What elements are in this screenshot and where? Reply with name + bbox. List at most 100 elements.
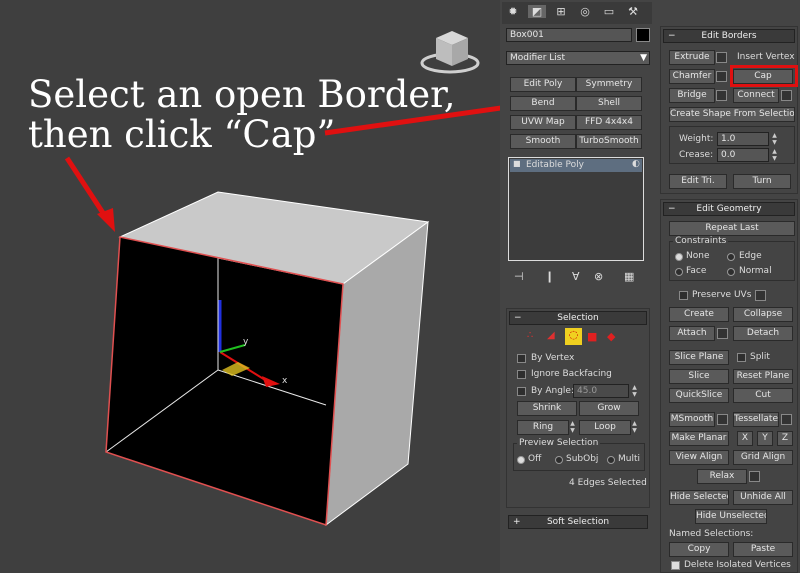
extrude-button[interactable]: Extrude xyxy=(669,50,715,65)
crease-spinner[interactable]: ▲ ▼ xyxy=(771,148,778,162)
make-planar-button[interactable]: Make Planar xyxy=(669,431,729,446)
edit-poly-button[interactable]: Edit Poly xyxy=(510,77,576,92)
soft-selection-rollout-header[interactable]: + Soft Selection xyxy=(508,515,648,529)
extrude-settings-button[interactable] xyxy=(716,52,727,63)
ignore-backfacing-checkbox[interactable] xyxy=(517,370,526,379)
loop-spinner[interactable]: ▲ ▼ xyxy=(631,420,638,434)
grid-align-button[interactable]: Grid Align xyxy=(733,450,793,465)
pin-stack-icon[interactable]: ⊣ xyxy=(514,270,524,283)
repeat-last-button[interactable]: Repeat Last xyxy=(669,221,795,236)
motion-icon[interactable]: ◎ xyxy=(576,5,594,18)
preview-multi-radio[interactable] xyxy=(607,456,615,464)
ffd-button[interactable]: FFD 4x4x4 xyxy=(576,115,642,130)
view-align-button[interactable]: View Align xyxy=(669,450,729,465)
delete-isolated-checkbox[interactable] xyxy=(671,561,680,570)
cut-button[interactable]: Cut xyxy=(733,388,793,403)
turn-button[interactable]: Turn xyxy=(733,174,791,189)
polygon-mode-icon[interactable]: ■ xyxy=(587,330,597,343)
constraint-normal-radio[interactable] xyxy=(727,268,735,276)
border-mode-icon[interactable]: ◌ xyxy=(565,328,582,345)
box-object[interactable] xyxy=(105,191,430,527)
planar-y-button[interactable]: Y xyxy=(757,431,773,446)
hierarchy-icon[interactable]: ⊞ xyxy=(552,5,570,18)
connect-settings-button[interactable] xyxy=(781,90,792,101)
reset-plane-button[interactable]: Reset Plane xyxy=(733,369,793,384)
edit-geometry-header[interactable]: − Edit Geometry xyxy=(663,202,795,216)
relax-settings-button[interactable] xyxy=(749,471,760,482)
weight-spinner[interactable]: ▲ ▼ xyxy=(771,132,778,146)
slice-button[interactable]: Slice xyxy=(669,369,729,384)
light-bulb-icon[interactable]: ◐ xyxy=(632,159,640,169)
tessellate-button[interactable]: Tessellate xyxy=(733,412,779,427)
msmooth-button[interactable]: MSmooth xyxy=(669,412,715,427)
configure-sets-icon[interactable]: ▦ xyxy=(624,270,634,283)
by-angle-checkbox[interactable] xyxy=(517,387,526,396)
by-vertex-checkbox[interactable] xyxy=(517,354,526,363)
shrink-button[interactable]: Shrink xyxy=(517,401,577,416)
bend-button[interactable]: Bend xyxy=(510,96,576,111)
planar-z-button[interactable]: Z xyxy=(777,431,793,446)
unhide-all-button[interactable]: Unhide All xyxy=(733,490,793,505)
grow-button[interactable]: Grow xyxy=(579,401,639,416)
modify-icon[interactable]: ◩ xyxy=(528,5,546,18)
msmooth-settings-button[interactable] xyxy=(717,414,728,425)
preserve-uvs-settings-button[interactable] xyxy=(755,290,766,301)
paste-button[interactable]: Paste xyxy=(733,542,793,557)
edge-mode-icon[interactable]: ◢ xyxy=(547,330,555,341)
turbosmooth-button[interactable]: TurboSmooth xyxy=(576,134,642,149)
preview-off-radio[interactable] xyxy=(517,456,525,464)
tessellate-settings-button[interactable] xyxy=(781,414,792,425)
chamfer-button[interactable]: Chamfer xyxy=(669,69,715,84)
constraint-none-radio[interactable] xyxy=(675,253,683,261)
copy-button[interactable]: Copy xyxy=(669,542,729,557)
create-shape-button[interactable]: Create Shape From Selection xyxy=(669,107,795,122)
bridge-settings-button[interactable] xyxy=(716,90,727,101)
create-icon[interactable]: ✹ xyxy=(504,5,522,18)
object-name-field[interactable]: Box001 xyxy=(506,28,632,42)
edit-tri-button[interactable]: Edit Tri. xyxy=(669,174,727,189)
shell-button[interactable]: Shell xyxy=(576,96,642,111)
attach-button[interactable]: Attach xyxy=(669,326,715,341)
display-icon[interactable]: ▭ xyxy=(600,5,618,18)
crease-field[interactable]: 0.0 xyxy=(717,148,769,162)
view-cube[interactable] xyxy=(420,31,480,74)
smooth-button[interactable]: Smooth xyxy=(510,134,576,149)
chamfer-settings-button[interactable] xyxy=(716,71,727,82)
loop-button[interactable]: Loop xyxy=(579,420,631,435)
selection-rollout-header[interactable]: − Selection xyxy=(509,311,647,325)
preview-subobj-radio[interactable] xyxy=(555,456,563,464)
connect-button[interactable]: Connect xyxy=(733,88,779,103)
viewport[interactable]: y x Select an open Border, then click “C… xyxy=(0,0,500,573)
preserve-uvs-checkbox[interactable] xyxy=(679,291,688,300)
collapse-button[interactable]: Collapse xyxy=(733,307,793,322)
weight-field[interactable]: 1.0 xyxy=(717,132,769,146)
edit-borders-header[interactable]: − Edit Borders xyxy=(663,29,795,43)
insert-vertex-button[interactable]: Insert Vertex xyxy=(737,52,795,62)
modifier-list-dropdown[interactable]: Modifier List ▼ xyxy=(506,51,650,65)
angle-spinner[interactable]: ▲ ▼ xyxy=(631,384,638,398)
uvw-map-button[interactable]: UVW Map xyxy=(510,115,576,130)
ring-spinner[interactable]: ▲ ▼ xyxy=(569,420,576,434)
planar-x-button[interactable]: X xyxy=(737,431,753,446)
object-color-swatch[interactable] xyxy=(636,28,650,42)
detach-button[interactable]: Detach xyxy=(733,326,793,341)
bridge-button[interactable]: Bridge xyxy=(669,88,715,103)
split-checkbox[interactable] xyxy=(737,353,746,362)
stack-expand-icon[interactable]: ■ xyxy=(513,159,521,168)
vertex-mode-icon[interactable]: ∴ xyxy=(527,330,533,341)
modifier-stack[interactable]: ■ Editable Poly ◐ xyxy=(508,157,644,261)
attach-settings-button[interactable] xyxy=(717,328,728,339)
make-unique-icon[interactable]: ∀ xyxy=(572,270,580,283)
hide-unselected-button[interactable]: Hide Unselected xyxy=(695,509,767,524)
ring-button[interactable]: Ring xyxy=(517,420,569,435)
slice-plane-button[interactable]: Slice Plane xyxy=(669,350,729,365)
angle-field[interactable]: 45.0 xyxy=(573,384,629,398)
element-mode-icon[interactable]: ◆ xyxy=(607,330,615,343)
utilities-icon[interactable]: ⚒ xyxy=(624,5,642,18)
stack-item-editable-poly[interactable]: ■ Editable Poly ◐ xyxy=(510,159,642,172)
remove-modifier-icon[interactable]: ⊗ xyxy=(594,270,603,283)
relax-button[interactable]: Relax xyxy=(697,469,747,484)
symmetry-button[interactable]: Symmetry xyxy=(576,77,642,92)
hide-selected-button[interactable]: Hide Selected xyxy=(669,490,729,505)
create-button[interactable]: Create xyxy=(669,307,729,322)
